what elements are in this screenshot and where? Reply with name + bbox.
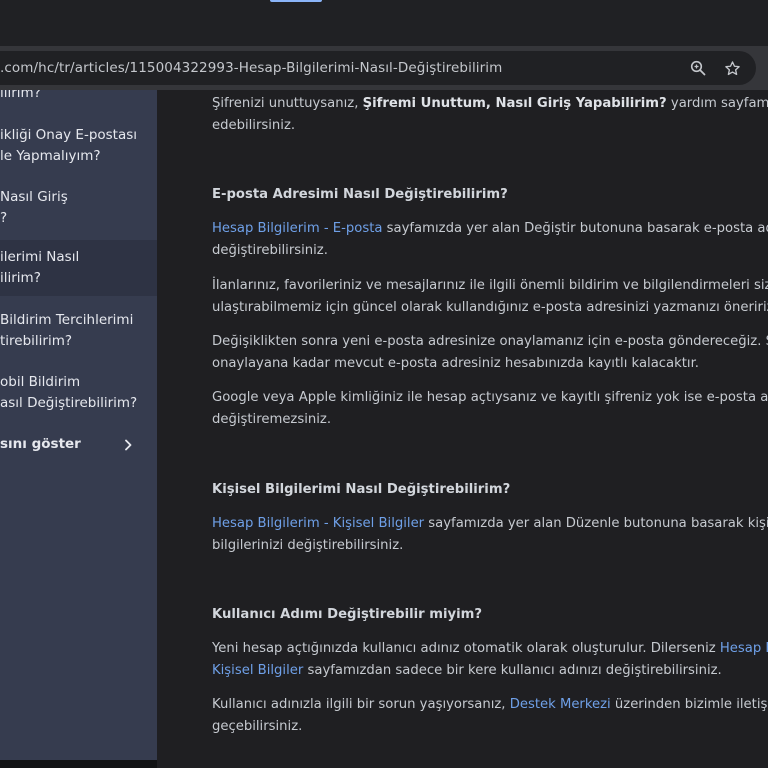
email-paragraph-2-line: ulaştırabilmemiz için güncel olarak kull… [212,300,768,315]
browser-toolbar: .com/hc/tr/articles/115004322993-Hesap-B… [0,46,768,90]
username-paragraph-2-line: geçebilirsiniz. [212,719,303,734]
username-paragraph-1-line: Kişisel Bilgiler sayfamızdan sadece bir … [212,663,722,678]
username-paragraph-2: Kullanıcı adınızla ilgili bir sorun yaşı… [212,697,768,712]
sidebar-item-email-confirm[interactable]: ikliği Onay E-postası le Yapmalıyım? [0,124,157,172]
address-bar[interactable]: .com/hc/tr/articles/115004322993-Hesap-B… [0,51,756,85]
sidebar-item-label: ilerimi Nasıl [0,249,80,265]
email-paragraph-2: İlanlarınız, favorileriniz ve mesajların… [212,278,768,293]
account-info-link[interactable]: Hesap Bilg [720,641,768,656]
article-content: Şifrenizi unuttuysanız, Şifremi Unuttum,… [157,90,768,768]
sidebar-item-label: ikliği Onay E-postası [0,127,138,143]
show-more-label: sını göster [0,436,81,452]
sidebar-item[interactable]: ilirim? [0,90,157,111]
active-tab-indicator[interactable] [270,0,322,2]
star-icon[interactable] [718,51,746,85]
article-sidebar: ilirim? ikliği Onay E-postası le Yapmalı… [0,90,157,768]
sidebar-bottom-edge [0,760,157,768]
personal-section-heading: Kişisel Bilgilerimi Nasıl Değiştirebilir… [212,482,511,497]
support-center-link[interactable]: Destek Merkezi [510,697,611,712]
email-paragraph-3-line: onaylayana kadar mevcut e-posta adresini… [212,356,699,371]
intro-paragraph: Şifrenizi unuttuysanız, Şifremi Unuttum,… [212,96,768,111]
personal-paragraph-1: Hesap Bilgilerim - Kişisel Bilgiler sayf… [212,516,768,531]
chevron-right-icon [125,439,132,451]
sidebar-item-label: ilirim? [0,90,41,101]
sidebar-item-label: obil Bildirim [0,374,81,390]
email-paragraph-1: Hesap Bilgilerim - E-posta sayfamızda ye… [212,221,768,236]
personal-paragraph-1-line: bilgilerinizi değiştirebilirsiniz. [212,538,404,553]
sidebar-item-label: tirebilirim? [0,333,73,349]
email-paragraph-4-line: değiştiremezsiniz. [212,412,332,427]
email-paragraph-1-line: değiştirebilirsiniz. [212,243,328,258]
sidebar-item-label: ilirim? [0,270,41,286]
username-section-heading: Kullanıcı Adımı Değiştirebilir miyim? [212,607,483,622]
email-section-heading: E-posta Adresimi Nasıl Değiştirebilirim? [212,187,508,202]
url-text[interactable]: .com/hc/tr/articles/115004322993-Hesap-B… [0,51,502,85]
username-paragraph-1: Yeni hesap açtığınızda kullanıcı adınız … [212,638,768,660]
intro-paragraph-line: edebilirsiniz. [212,118,296,133]
email-paragraph-3: Değişiklikten sonra yeni e-posta adresin… [212,334,768,349]
sidebar-item-account-info[interactable]: ilerimi Nasıl ilirim? [0,240,157,296]
account-personal-info-link[interactable]: Hesap Bilgilerim - Kişisel Bilgiler [212,516,424,531]
sidebar-item-notification-prefs[interactable]: Bildirim Tercihlerimi tirebilirim? [0,310,157,358]
email-paragraph-4: Google veya Apple kimliğiniz ile hesap a… [212,390,768,405]
show-more-button[interactable]: sını göster [0,434,157,456]
account-email-link[interactable]: Hesap Bilgilerim - E-posta [212,221,382,236]
sidebar-item-label: Bildirim Tercihlerimi [0,312,134,328]
forgot-password-reference: Şifremi Unuttum, Nasıl Giriş Yapabilirim… [362,96,667,111]
sidebar-item-mobile-notifications[interactable]: obil Bildirim asıl Değiştirebilirim? [0,372,157,420]
sidebar-item-label: Nasıl Giriş [0,189,68,205]
sidebar-item-login[interactable]: Nasıl Giriş ? [0,186,157,234]
sidebar-item-label: ? [0,210,8,226]
sidebar-item-label: asıl Değiştirebilirim? [0,395,138,411]
magnifier-zoom-icon[interactable] [684,51,712,85]
sidebar-item-label: le Yapmalıyım? [0,148,101,164]
personal-info-link[interactable]: Kişisel Bilgiler [212,663,303,678]
tab-strip [0,0,768,46]
